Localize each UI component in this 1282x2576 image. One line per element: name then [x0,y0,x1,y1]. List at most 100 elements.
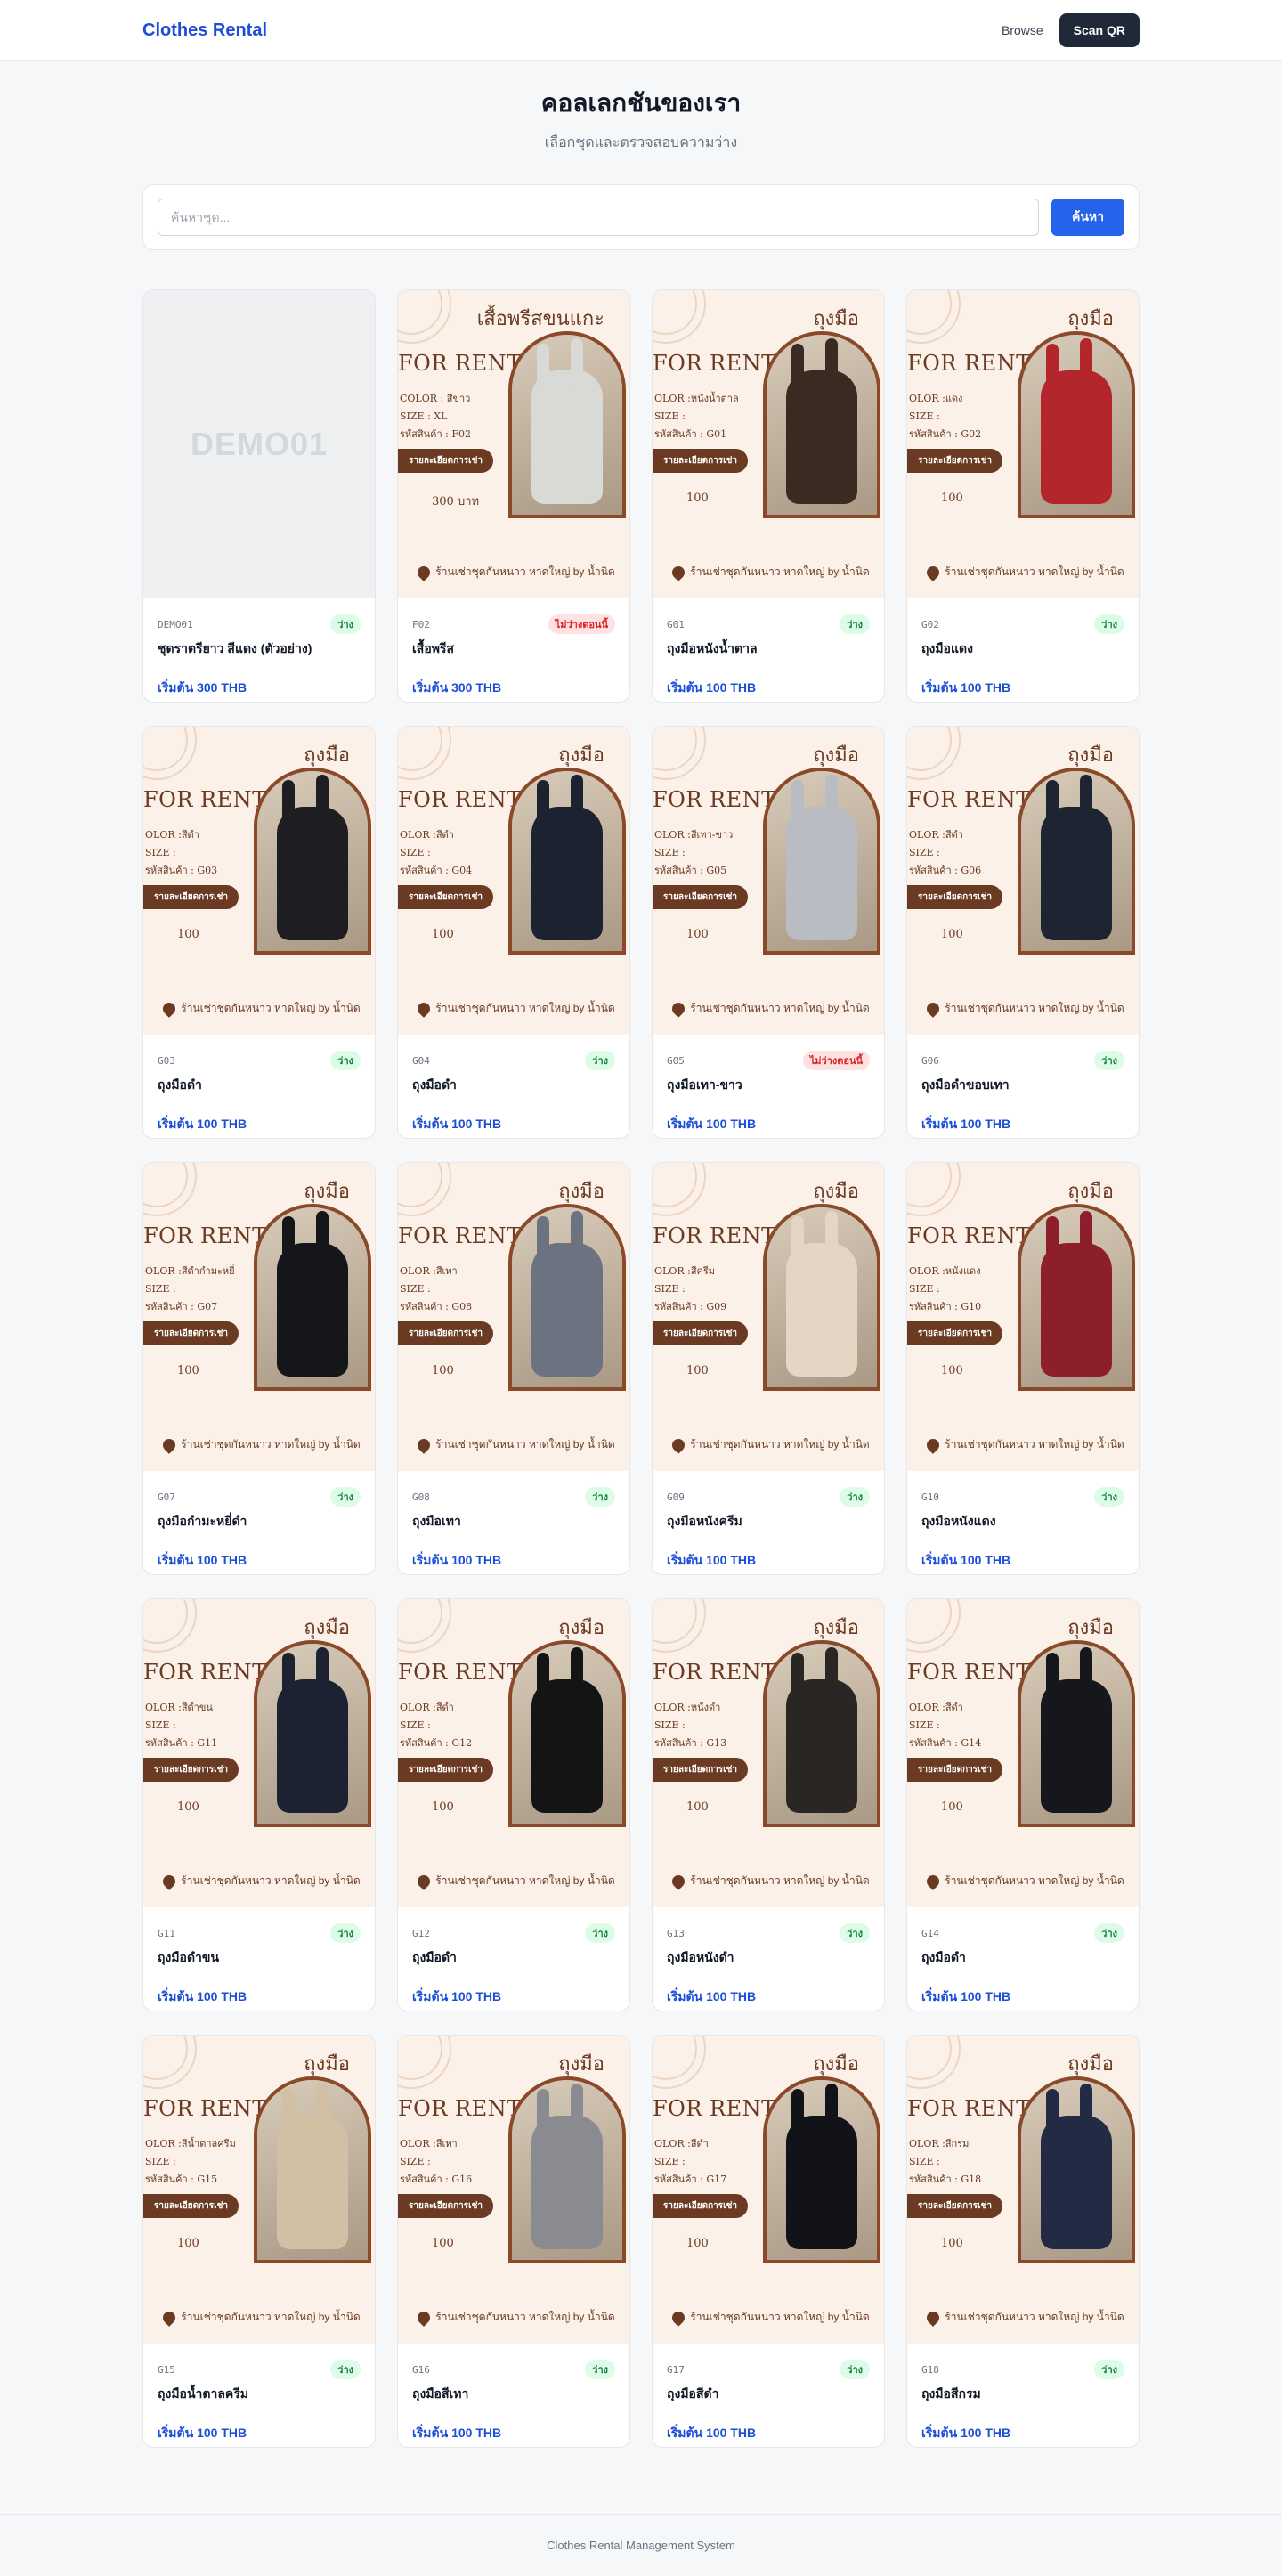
product-card[interactable]: ถุงมือ FOR RENT OLOR :สีดำกำมะหยี่ SIZE … [142,1162,376,1575]
product-info: G05 ไม่ว่างตอนนี้ ถุงมือเทา-ขาว เริ่มต้น… [653,1035,884,1134]
poster-price: 100 [941,1800,963,1814]
product-card[interactable]: ถุงมือ FOR RENT OLOR :หนังดำ SIZE : รหัส… [652,1598,885,2011]
status-badge: ว่าง [840,1487,870,1507]
product-name[interactable]: ถุงมือกำมะหยี่ดำ [158,1512,361,1532]
product-card[interactable]: ถุงมือ FOR RENT OLOR :สีกรม SIZE : รหัสส… [906,2035,1140,2448]
poster-for-rent: FOR RENT [907,2096,1031,2121]
poster-size-line: SIZE : XL [400,410,448,422]
product-card[interactable]: DEMO01 DEMO01 ว่าง ชุดราตรียาว สีแดง (ตั… [142,289,376,703]
product-name[interactable]: ถุงมือดำ [921,1948,1124,1968]
product-image[interactable]: ถุงมือ FOR RENT OLOR :สีดำ SIZE : รหัสสิ… [907,727,1139,1035]
glove-shape [1041,2084,1112,2249]
product-card[interactable]: ถุงมือ FOR RENT OLOR :สีครีม SIZE : รหัส… [652,1162,885,1575]
product-card[interactable]: ถุงมือ FOR RENT OLOR :แดง SIZE : รหัสสิน… [906,289,1140,703]
poster-color-line: OLOR :หนังดำ [654,1702,721,1713]
location-pin-icon [415,999,434,1018]
poster-details: OLOR :สีเทา-ขาว SIZE : รหัสสินค้า : G05 [654,826,733,880]
product-name[interactable]: ถุงมือดำ [158,1076,361,1095]
product-name[interactable]: ถุงมือเทา-ขาว [667,1076,870,1095]
product-name[interactable]: ถุงมือสีเทา [412,2385,615,2404]
product-name[interactable]: ถุงมือหนังดำ [667,1948,870,1968]
poster-title: ถุงมือ [813,308,859,330]
product-image[interactable]: ถุงมือ FOR RENT OLOR :หนังแดง SIZE : รหั… [907,1163,1139,1471]
product-price: เริ่มต้น 100 THB [921,2426,1011,2440]
product-info: G17 ว่าง ถุงมือสีดำ เริ่มต้น 100 THB [653,2344,884,2443]
product-card[interactable]: เสื้อพรีสขนแกะ FOR RENT COLOR : สีขาว SI… [397,289,630,703]
product-image[interactable]: ถุงมือ FOR RENT OLOR :สีน้ำตาลครีม SIZE … [143,2036,375,2344]
status-badge: ว่าง [585,1487,615,1507]
product-image-placeholder[interactable]: DEMO01 [143,290,375,598]
poster-shop-name: ร้านเช่าชุดกันหนาว หาดใหญ่ by น้ำนิด [435,1002,615,1014]
product-name[interactable]: ถุงมือสีดำ [667,2385,870,2404]
product-image[interactable]: ถุงมือ FOR RENT OLOR :สีดำ SIZE : รหัสสิ… [653,2036,884,2344]
product-card[interactable]: ถุงมือ FOR RENT OLOR :สีดำ SIZE : รหัสสิ… [142,726,376,1139]
product-image[interactable]: ถุงมือ FOR RENT OLOR :สีเทา-ขาว SIZE : ร… [653,727,884,1035]
product-image[interactable]: ถุงมือ FOR RENT OLOR :สีกรม SIZE : รหัสส… [907,2036,1139,2344]
product-name[interactable]: ถุงมือดำขน [158,1948,361,1968]
product-card[interactable]: ถุงมือ FOR RENT OLOR :สีดำ SIZE : รหัสสิ… [397,1598,630,2011]
search-input[interactable] [158,199,1039,236]
product-info: G09 ว่าง ถุงมือหนังครีม เริ่มต้น 100 THB [653,1471,884,1571]
product-name[interactable]: ถุงมือหนังครีม [667,1512,870,1532]
poster-decoration [398,1163,451,1216]
status-badge: ว่าง [840,614,870,634]
brand-logo[interactable]: Clothes Rental [142,20,267,41]
poster-for-rent: FOR RENT [398,351,522,376]
poster-title: ถุงมือ [1067,1181,1114,1203]
product-name[interactable]: ถุงมือแดง [921,639,1124,659]
product-card[interactable]: ถุงมือ FOR RENT OLOR :สีเทา SIZE : รหัสส… [397,1162,630,1575]
product-code: G04 [412,1054,430,1067]
product-name[interactable]: ชุดราตรียาว สีแดง (ตัวอย่าง) [158,639,361,659]
product-price: เริ่มต้น 100 THB [667,1989,757,2003]
product-card[interactable]: ถุงมือ FOR RENT OLOR :สีดำขน SIZE : รหัส… [142,1598,376,2011]
product-image[interactable]: ถุงมือ FOR RENT OLOR :สีดำ SIZE : รหัสสิ… [143,727,375,1035]
product-image[interactable]: เสื้อพรีสขนแกะ FOR RENT COLOR : สีขาว SI… [398,290,629,598]
status-badge: ว่าง [330,614,361,634]
poster-shop-name: ร้านเช่าชุดกันหนาว หาดใหญ่ by น้ำนิด [945,1438,1124,1451]
product-image[interactable]: ถุงมือ FOR RENT OLOR :หนังน้ำตาล SIZE : … [653,290,884,598]
product-card[interactable]: ถุงมือ FOR RENT OLOR :หนังแดง SIZE : รหั… [906,1162,1140,1575]
search-button[interactable]: ค้นหา [1051,199,1124,236]
product-card[interactable]: ถุงมือ FOR RENT OLOR :สีดำ SIZE : รหัสสิ… [652,2035,885,2448]
product-image[interactable]: ถุงมือ FOR RENT OLOR :สีเทา SIZE : รหัสส… [398,2036,629,2344]
product-image[interactable]: ถุงมือ FOR RENT OLOR :หนังดำ SIZE : รหัส… [653,1599,884,1907]
product-card[interactable]: ถุงมือ FOR RENT OLOR :สีดำ SIZE : รหัสสิ… [906,1598,1140,2011]
product-card[interactable]: ถุงมือ FOR RENT OLOR :สีเทา-ขาว SIZE : ร… [652,726,885,1139]
product-name[interactable]: ถุงมือดำ [412,1076,615,1095]
status-badge: ว่าง [1094,614,1124,634]
poster-details: OLOR :สีดำ SIZE : รหัสสินค้า : G03 [145,826,217,880]
product-name[interactable]: ถุงมือน้ำตาลครีม [158,2385,361,2404]
poster-code-line: รหัสสินค้า : G05 [654,865,727,876]
product-name[interactable]: ถุงมือดำขอบเทา [921,1076,1124,1095]
product-image[interactable]: ถุงมือ FOR RENT OLOR :แดง SIZE : รหัสสิน… [907,290,1139,598]
product-image[interactable]: ถุงมือ FOR RENT OLOR :สีดำ SIZE : รหัสสิ… [398,1599,629,1907]
poster-rental-pill: รายละเอียดการเช่า [398,1758,493,1782]
product-card[interactable]: ถุงมือ FOR RENT OLOR :สีดำ SIZE : รหัสสิ… [906,726,1140,1139]
poster-size-line: SIZE : [400,847,431,858]
product-name[interactable]: ถุงมือหนังแดง [921,1512,1124,1532]
product-card[interactable]: ถุงมือ FOR RENT OLOR :สีน้ำตาลครีม SIZE … [142,2035,376,2448]
poster-size-line: SIZE : [909,847,940,858]
product-image[interactable]: ถุงมือ FOR RENT OLOR :สีดำขน SIZE : รหัส… [143,1599,375,1907]
product-image[interactable]: ถุงมือ FOR RENT OLOR :สีเทา SIZE : รหัสส… [398,1163,629,1471]
product-name[interactable]: ถุงมือดำ [412,1948,615,1968]
location-pin-icon [924,999,943,1018]
product-name[interactable]: เสื้อพรีส [412,639,615,659]
product-image[interactable]: ถุงมือ FOR RENT OLOR :สีดำ SIZE : รหัสสิ… [907,1599,1139,1907]
status-badge: ไม่ว่างตอนนี้ [548,614,615,634]
poster-details: OLOR :สีดำ SIZE : รหัสสินค้า : G17 [654,2135,726,2189]
product-image[interactable]: ถุงมือ FOR RENT OLOR :สีดำ SIZE : รหัสสิ… [398,727,629,1035]
product-image[interactable]: ถุงมือ FOR RENT OLOR :สีดำกำมะหยี่ SIZE … [143,1163,375,1471]
product-name[interactable]: ถุงมือสีกรม [921,2385,1124,2404]
product-card[interactable]: ถุงมือ FOR RENT OLOR :หนังน้ำตาล SIZE : … [652,289,885,703]
browse-link[interactable]: Browse [1002,23,1043,37]
product-name[interactable]: ถุงมือเทา [412,1512,615,1532]
product-name[interactable]: ถุงมือหนังน้ำตาล [667,639,870,659]
scan-qr-button[interactable]: Scan QR [1059,13,1140,47]
product-card[interactable]: ถุงมือ FOR RENT OLOR :สีดำ SIZE : รหัสสิ… [397,726,630,1139]
product-card[interactable]: ถุงมือ FOR RENT OLOR :สีเทา SIZE : รหัสส… [397,2035,630,2448]
poster-title: ถุงมือ [813,2053,859,2076]
product-image[interactable]: ถุงมือ FOR RENT OLOR :สีครีม SIZE : รหัส… [653,1163,884,1471]
poster-shop-name: ร้านเช่าชุดกันหนาว หาดใหญ่ by น้ำนิด [690,1874,870,1887]
poster-decoration [653,727,706,780]
